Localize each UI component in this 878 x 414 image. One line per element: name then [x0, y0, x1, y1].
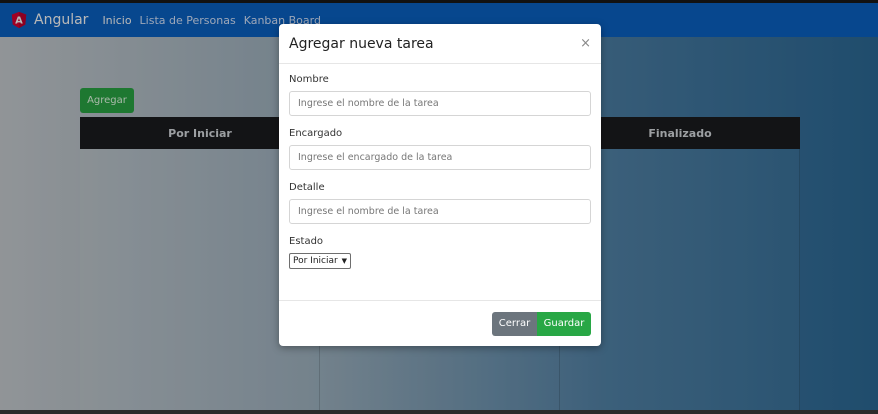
close-icon[interactable]: ×: [580, 36, 591, 51]
chevron-down-icon: ▼: [341, 257, 347, 265]
field-group-detalle: Detalle: [289, 182, 591, 224]
save-button[interactable]: Guardar: [537, 311, 591, 336]
field-group-nombre: Nombre: [289, 74, 591, 116]
modal-body: Nombre Encargado Detalle Estado Por Inic…: [279, 64, 601, 291]
field-group-estado: Estado Por Iniciar ▼: [289, 236, 591, 269]
detalle-input[interactable]: [289, 199, 591, 224]
field-group-encargado: Encargado: [289, 128, 591, 170]
close-button[interactable]: Cerrar: [492, 311, 537, 336]
estado-label: Estado: [289, 236, 324, 247]
modal-title: Agregar nueva tarea: [289, 35, 434, 52]
bottom-strip: [0, 410, 878, 414]
modal-footer: Cerrar Guardar: [279, 300, 601, 346]
detalle-label: Detalle: [289, 182, 325, 193]
add-task-modal: Agregar nueva tarea × Nombre Encargado D…: [279, 24, 601, 346]
estado-select-value: Por Iniciar: [293, 256, 338, 266]
encargado-label: Encargado: [289, 128, 343, 139]
nombre-label: Nombre: [289, 74, 329, 85]
nombre-input[interactable]: [289, 91, 591, 116]
encargado-input[interactable]: [289, 145, 591, 170]
app-screen: A Angular Inicio Lista de Personas Kanba…: [0, 0, 878, 414]
estado-select[interactable]: Por Iniciar ▼: [289, 253, 351, 269]
modal-header: Agregar nueva tarea ×: [279, 24, 601, 64]
